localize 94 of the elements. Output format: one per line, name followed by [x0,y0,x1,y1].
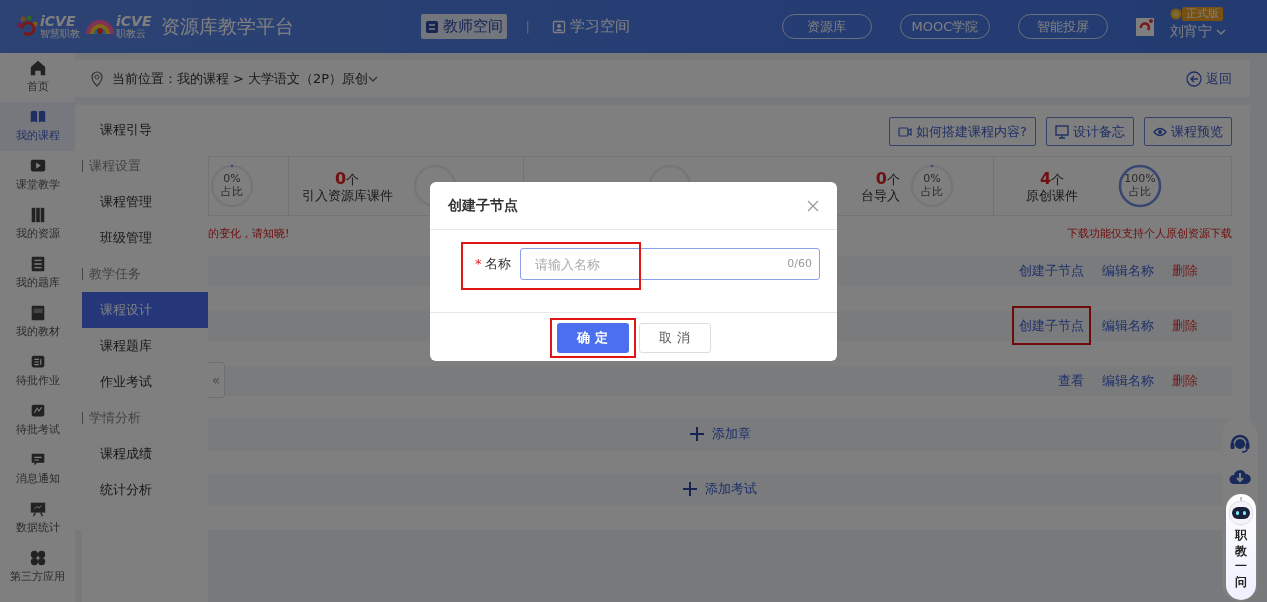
cancel-button[interactable]: 取 消 [638,323,711,353]
action-link[interactable]: 查看 [1058,370,1084,391]
char-counter: 0/60 [787,256,812,272]
count-text: 0个 [874,168,900,188]
app-title: 资源库教学平台 [161,14,296,40]
assistant-label: 职教一问 [1235,528,1247,591]
action-link[interactable]: 创建子节点 [1019,315,1084,336]
submenu-item[interactable]: 课程题库 [82,328,208,364]
percent-text: 0% [223,173,241,186]
section-title: 教学任务 [89,265,141,284]
space-tab[interactable]: 学习空间 [547,14,634,39]
dialog-title: 创建子节点 [448,196,518,215]
nav-item[interactable]: 待批作业 [0,347,75,396]
breadcrumb-separator: > [233,69,244,88]
stat-label: 原创课件 [1025,187,1079,204]
plus-icon [683,482,697,496]
close-icon [807,200,819,213]
count-text: 4个 [1038,168,1066,188]
apps-icon [28,549,47,568]
submenu-item[interactable]: 统计分析 [82,472,208,508]
nav-item[interactable]: 数据统计 [0,494,75,543]
chevron-down-icon [368,75,379,82]
nav-item[interactable]: 我的课程 [0,102,75,151]
submenu-item[interactable]: 课程设计 [82,292,208,328]
toolbar-button[interactable]: 课程预览 [1144,117,1232,146]
field-label: 名称 [484,255,511,274]
medal-icon [1169,8,1182,20]
nav-item[interactable]: 首页 [0,53,75,102]
board-icon [425,19,440,34]
app-icon[interactable] [1135,17,1154,36]
logo-text: iCVE [40,14,77,28]
back-link[interactable]: 返回 [1186,68,1232,89]
space-tab[interactable]: 教师空间 [421,14,508,39]
stat-label: 台导入 [860,187,900,204]
headset-icon[interactable] [1229,432,1251,454]
collapse-tab[interactable]: « [208,362,225,398]
percent-text: 100% [1124,173,1156,186]
video-camera-icon [898,124,913,139]
submenu-item[interactable]: 课程管理 [82,184,208,220]
submenu-item[interactable]: 课程引导 [82,112,208,148]
presentation-icon [28,500,47,519]
notice-text: 的变化，请知晓! [208,226,290,242]
stat-label: 引入资源库课件 [300,187,394,204]
logo-caption: 职教云 [116,28,147,39]
logo-caption: 智慧职教 [40,28,80,39]
chevron-down-icon [1215,28,1226,35]
delete-link[interactable]: 删除 [1172,370,1198,391]
toolbar-button[interactable]: 设计备忘 [1046,117,1134,146]
add-button[interactable]: 添加章 [683,423,757,445]
percent-text: 0% [923,173,941,186]
cloud-download-icon[interactable] [1229,468,1251,486]
assistant-widget[interactable]: 职教一问 [1226,494,1256,600]
section-title: 学情分析 [89,409,141,428]
nav-item[interactable]: 消息通知 [0,445,75,494]
action-link[interactable]: 编辑名称 [1102,315,1154,336]
logo-text: iCVE [116,14,152,28]
breadcrumb-link[interactable]: 大学语文（2P）原创 [247,68,369,89]
action-link[interactable]: 创建子节点 [1019,260,1084,281]
delete-link[interactable]: 删除 [1172,315,1198,336]
confirm-button[interactable]: 确 定 [556,323,629,353]
submenu-item[interactable]: 课程成绩 [82,436,208,472]
monitor-icon [1055,124,1069,139]
nav-item[interactable]: 待批考试 [0,396,75,445]
ratio-caption: 占比 [221,186,243,199]
robot-icon [1227,496,1255,526]
user-name[interactable]: 刘宵宁 [1169,21,1212,42]
divider-mark: | [525,17,530,36]
ratio-caption: 占比 [921,186,943,199]
person-card-icon [551,19,566,34]
location-icon [90,70,104,87]
nav-item[interactable]: 课堂教学 [0,151,75,200]
nav-item[interactable]: 我的题库 [0,249,75,298]
colorful-logo-icon [16,14,38,39]
required-mark: * [475,255,482,274]
ratio-caption: 占比 [1129,186,1151,199]
action-link[interactable]: 编辑名称 [1102,260,1154,281]
version-badge: 正式版 [1181,7,1223,21]
plus-icon [689,427,704,441]
breadcrumb-link[interactable]: 我的课程 [177,68,229,89]
submenu-item[interactable]: 班级管理 [82,220,208,256]
nav-item[interactable]: 我的资源 [0,200,75,249]
notice-text: 下载功能仅支持个人原创资源下载 [1067,226,1232,242]
breadcrumb-label: 当前位置： [112,69,177,88]
delete-link[interactable]: 删除 [1172,260,1198,281]
count-text: 0个 [333,168,361,188]
submenu-item[interactable]: 作业考试 [82,364,208,400]
home-icon [28,59,47,78]
add-button[interactable]: 添加考试 [677,478,763,500]
nav-item[interactable]: 我的教材 [0,298,75,347]
close-button[interactable] [807,198,819,213]
action-link[interactable]: 编辑名称 [1102,370,1154,391]
section-title: 课程设置 [89,157,141,176]
toolbar-button[interactable]: 如何搭建课程内容? [889,117,1036,146]
rainbow-logo-icon [86,19,114,34]
